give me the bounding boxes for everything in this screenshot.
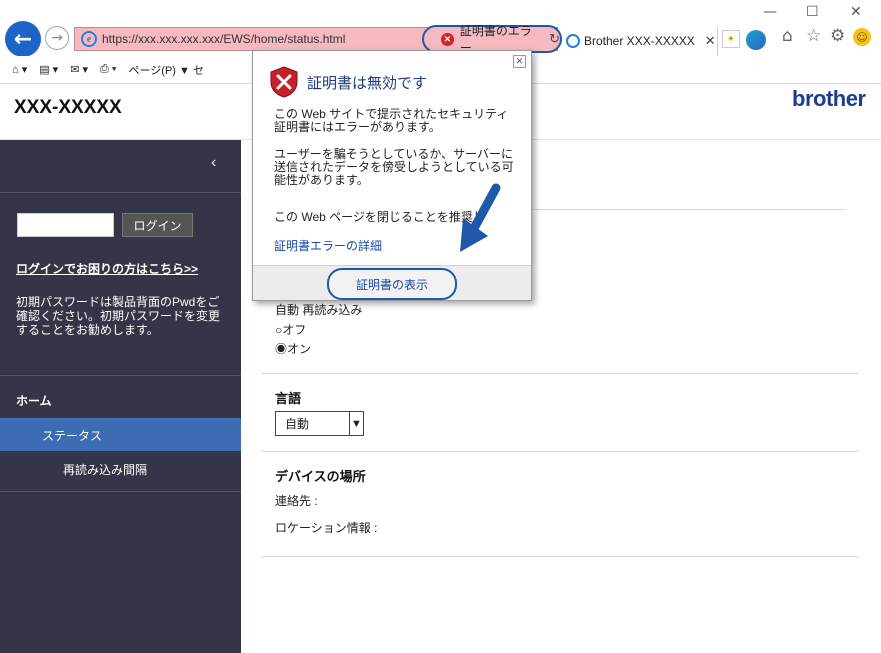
popup-title: 証明書は無効です — [307, 75, 428, 92]
password-note: 初期パスワードは製品背面のPwdをご確認ください。初期パスワードを変更することを… — [16, 295, 221, 337]
shield-error-icon — [270, 66, 298, 98]
section-divider — [261, 373, 859, 374]
minimize-icon[interactable]: — — [763, 4, 777, 20]
section-divider — [261, 451, 859, 452]
close-tab-icon[interactable]: ✕ — [705, 33, 716, 49]
sidebar-item-label: ステータス — [42, 429, 103, 443]
section-divider — [261, 556, 859, 557]
sidebar-item-status[interactable]: ステータス — [0, 418, 241, 451]
arrow-left-icon: ← — [13, 26, 33, 52]
browser-tab[interactable]: Brother XXX-XXXXX ✕ — [562, 27, 718, 55]
language-select-value: 自動 — [285, 417, 310, 431]
language-heading: 言語 — [275, 391, 302, 406]
ie-tab-icon — [566, 34, 580, 48]
certificate-error-button[interactable]: ✕ 証明書のエラー ↻ — [422, 24, 562, 55]
certificate-popup: ✕ 証明書は無効です この Web サイトで提示されたセキュリティ証明書にはエラ… — [252, 50, 532, 301]
popup-text-1: この Web サイトで提示されたセキュリティ証明書にはエラーがあります。 — [274, 107, 509, 134]
forward-button[interactable]: → — [45, 26, 69, 50]
sidebar: ‹ ログイン ログインでお困りの方はこちら>> 初期パスワードは製品背面のPwd… — [0, 140, 241, 653]
back-button[interactable]: ← — [5, 21, 41, 57]
radio-off[interactable]: ○オフ — [275, 321, 306, 338]
ie-page-icon: e — [81, 31, 97, 47]
pointer-arrow-icon — [460, 183, 501, 252]
home-icon[interactable]: ⌂ — [782, 26, 793, 46]
browser-titlebar: — ☐ ✕ ← → e https://xxx.xxx.xxx.xxx/EWS/… — [0, 0, 881, 57]
popup-footer: 証明書の表示 — [253, 265, 531, 300]
radio-on[interactable]: ◉オン — [275, 340, 311, 357]
close-window-icon[interactable]: ✕ — [850, 4, 862, 20]
edge-icon[interactable] — [746, 30, 766, 50]
gear-icon[interactable]: ⚙ — [830, 26, 845, 46]
language-select[interactable]: 自動 ▼ — [275, 411, 364, 436]
chevron-down-icon: ▼ — [349, 412, 363, 435]
collapse-chevron-icon[interactable]: ‹ — [211, 154, 216, 172]
model-name: XXX-XXXXX — [14, 97, 122, 118]
feeds-dropdown-icon[interactable]: ▤ ▾ — [39, 63, 58, 76]
brother-logo[interactable]: brother — [792, 86, 866, 112]
page-menu[interactable]: ページ(P) ▼ セ — [129, 62, 204, 78]
favorites-star-icon[interactable]: ☆ — [806, 26, 821, 46]
sidebar-divider — [0, 192, 241, 193]
home-dropdown-icon[interactable]: ⌂ ▾ — [12, 63, 27, 76]
sidebar-divider — [0, 375, 241, 376]
feedback-smiley-icon[interactable]: ☺ — [853, 28, 871, 46]
contact-label: 連絡先 : — [275, 494, 318, 508]
password-input[interactable] — [17, 213, 114, 237]
sidebar-item-home[interactable]: ホーム — [16, 392, 52, 409]
login-button[interactable]: ログイン — [122, 213, 193, 237]
show-certificate-button[interactable]: 証明書の表示 — [327, 268, 457, 300]
maximize-icon[interactable]: ☐ — [806, 4, 819, 20]
login-help-link[interactable]: ログインでお困りの方はこちら>> — [16, 260, 198, 277]
print-dropdown-icon[interactable]: ⎙ ▾ — [100, 63, 116, 76]
device-location-heading: デバイスの場所 — [275, 469, 366, 484]
refresh-icon[interactable]: ↻ — [549, 31, 560, 47]
sidebar-divider — [0, 491, 241, 492]
location-info-label: ロケーション情報 : — [275, 521, 378, 535]
error-x-icon: ✕ — [441, 32, 454, 46]
tab-title: Brother XXX-XXXXX — [584, 34, 695, 48]
arrow-right-icon: → — [51, 30, 63, 46]
close-icon[interactable]: ✕ — [513, 55, 526, 68]
sidebar-item-reload-interval[interactable]: 再読み込み間隔 — [63, 461, 147, 478]
cert-error-detail-link[interactable]: 証明書エラーの詳細 — [274, 237, 382, 254]
new-tab-icon[interactable]: ✦ — [722, 30, 740, 48]
mail-dropdown-icon[interactable]: ✉ ▾ — [70, 63, 88, 76]
auto-reload-label: 自動 再読み込み — [275, 303, 363, 317]
